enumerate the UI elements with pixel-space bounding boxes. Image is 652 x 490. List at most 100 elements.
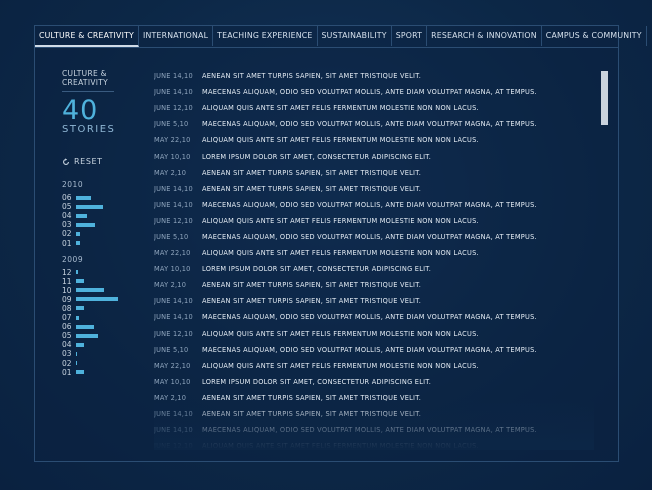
story-row[interactable]: MAY 10,10 LOREM IPSUM DOLOR SIT AMET, CON… [154,374,594,390]
month-filter-row[interactable]: 07 [62,313,142,322]
story-title[interactable]: MAECENAS ALIQUAM, ODIO SED VOLUTPAT MOLL… [202,346,537,354]
story-row[interactable]: MAY 10,10 LOREM IPSUM DOLOR SIT AMET, CON… [154,148,594,164]
story-row[interactable]: MAY 22,10 ALIQUAM QUIS ANTE SIT AMET FELI… [154,132,594,148]
story-title[interactable]: ALIQUAM QUIS ANTE SIT AMET FELIS FERMENT… [202,249,479,257]
story-title[interactable]: MAECENAS ALIQUAM, ODIO SED VOLUTPAT MOLL… [202,201,537,209]
month-bar[interactable] [76,231,81,236]
month-filter-row[interactable]: 08 [62,304,142,313]
story-date: JUNE 12,10 [154,442,193,448]
story-title[interactable]: MAECENAS ALIQUAM, ODIO SED VOLUTPAT MOLL… [202,426,537,434]
story-row[interactable]: JUNE 12,10 ALIQUAM QUIS ANTE SIT AMET FEL… [154,213,594,229]
tab-teaching-experience[interactable]: TEACHING EXPERIENCE [213,26,318,46]
story-row[interactable]: JUNE 12,10 ALIQUAM QUIS ANTE SIT AMET FEL… [154,326,594,342]
story-row[interactable]: MAY 22,10 ALIQUAM QUIS ANTE SIT AMET FELI… [154,358,594,374]
story-row[interactable]: MAY 10,10 LOREM IPSUM DOLOR SIT AMET, CON… [154,261,594,277]
story-title[interactable]: AENEAN SIT AMET TURPIS SAPIEN, SIT AMET … [202,281,421,289]
month-filter-row[interactable]: 10 [62,286,142,295]
month-filter-row[interactable]: 04 [62,340,142,349]
category-tabs: CULTURE & CREATIVITY INTERNATIONAL TEACHIN… [35,26,647,48]
month-bar[interactable] [76,315,80,320]
month-bar[interactable] [76,270,79,275]
story-row[interactable]: JUNE 5,10 MAECENAS ALIQUAM, ODIO SED VOLU… [154,116,594,132]
month-bar[interactable] [76,279,84,284]
story-title[interactable]: AENEAN SIT AMET TURPIS SAPIEN, SIT AMET … [202,185,421,193]
month-bar[interactable] [76,204,103,209]
month-bar[interactable] [76,333,98,338]
story-title[interactable]: AENEAN SIT AMET TURPIS SAPIEN, SIT AMET … [202,410,421,418]
story-title[interactable]: LOREM IPSUM DOLOR SIT AMET, CONSECTETUR … [202,153,431,161]
month-filter-row[interactable]: 03 [62,349,142,358]
story-title[interactable]: ALIQUAM QUIS ANTE SIT AMET FELIS FERMENT… [202,136,479,144]
story-date: MAY 22,10 [154,249,191,258]
story-row[interactable]: JUNE 14,10 MAECENAS ALIQUAM, ODIO SED VOL… [154,309,594,325]
month-filter-row[interactable]: 01 [62,368,142,377]
month-bar[interactable] [76,195,92,200]
story-row[interactable]: JUNE 14,10 AENEAN SIT AMET TURPIS SAPIEN,… [154,293,594,309]
story-row[interactable]: JUNE 14,10 MAECENAS ALIQUAM, ODIO SED VOL… [154,422,594,438]
month-bar[interactable] [76,213,87,218]
story-title[interactable]: AENEAN SIT AMET TURPIS SAPIEN, SIT AMET … [202,297,421,305]
story-title[interactable]: MAECENAS ALIQUAM, ODIO SED VOLUTPAT MOLL… [202,233,537,241]
story-row[interactable]: MAY 2,10 AENEAN SIT AMET TURPIS SAPIEN, S… [154,390,594,406]
month-bar[interactable] [76,241,81,246]
month-bar[interactable] [76,222,96,227]
story-row[interactable]: MAY 22,10 ALIQUAM QUIS ANTE SIT AMET FELI… [154,245,594,261]
month-bar[interactable] [76,306,84,311]
story-row[interactable]: MAY 2,10 AENEAN SIT AMET TURPIS SAPIEN, S… [154,277,594,293]
month-filter-row[interactable]: 06 [62,322,142,331]
story-title[interactable]: LOREM IPSUM DOLOR SIT AMET, CONSECTETUR … [202,265,431,273]
month-label: 04 [62,340,72,350]
story-title[interactable]: AENEAN SIT AMET TURPIS SAPIEN, SIT AMET … [202,72,421,80]
story-title[interactable]: AENEAN SIT AMET TURPIS SAPIEN, SIT AMET … [202,394,421,402]
month-filter-row[interactable]: 12 [62,268,142,277]
story-row[interactable]: JUNE 14,10 AENEAN SIT AMET TURPIS SAPIEN,… [154,406,594,422]
month-filter-row[interactable]: 06 [62,193,142,202]
story-title[interactable]: ALIQUAM QUIS ANTE SIT AMET FELIS FERMENT… [202,330,479,338]
story-row[interactable]: JUNE 12,10 ALIQUAM QUIS ANTE SIT AMET FEL… [154,100,594,116]
month-bar[interactable] [76,297,118,302]
tab-campus-community[interactable]: CAMPUS & COMMUNITY [542,26,647,46]
story-title[interactable]: ALIQUAM QUIS ANTE SIT AMET FELIS FERMENT… [202,104,479,112]
scrollbar-thumb[interactable] [601,71,608,125]
story-row[interactable]: JUNE 14,10 MAECENAS ALIQUAM, ODIO SED VOL… [154,197,594,213]
story-row[interactable]: JUNE 14,10 AENEAN SIT AMET TURPIS SAPIEN,… [154,181,594,197]
month-filter-row[interactable]: 11 [62,277,142,286]
story-title[interactable]: ALIQUAM QUIS ANTE SIT AMET FELIS FERMENT… [202,442,479,448]
month-bar[interactable] [76,324,94,329]
story-title[interactable]: ALIQUAM QUIS ANTE SIT AMET FELIS FERMENT… [202,362,479,370]
month-filter-row[interactable]: 04 [62,211,142,220]
month-bar[interactable] [76,361,77,366]
story-row[interactable]: JUNE 14,10 MAECENAS ALIQUAM, ODIO SED VOL… [154,84,594,100]
month-filter-row[interactable]: 09 [62,295,142,304]
story-row[interactable]: MAY 2,10 AENEAN SIT AMET TURPIS SAPIEN, S… [154,165,594,181]
story-title[interactable]: MAECENAS ALIQUAM, ODIO SED VOLUTPAT MOLL… [202,120,537,128]
story-title[interactable]: MAECENAS ALIQUAM, ODIO SED VOLUTPAT MOLL… [202,313,537,321]
tab-sport[interactable]: SPORT [392,26,428,46]
reset-button[interactable]: RESET [62,157,142,166]
story-row[interactable]: JUNE 5,10 MAECENAS ALIQUAM, ODIO SED VOLU… [154,229,594,245]
tab-research-innovation[interactable]: RESEARCH & INNOVATION [427,26,542,46]
month-filter-row[interactable]: 02 [62,359,142,368]
story-date: JUNE 14,10 [154,410,193,419]
month-bar[interactable] [76,351,77,356]
tab-sustainability[interactable]: SUSTAINABILITY [318,26,392,46]
tab-international[interactable]: INTERNATIONAL [139,26,214,46]
scrollbar[interactable] [601,71,608,451]
story-title[interactable]: LOREM IPSUM DOLOR SIT AMET, CONSECTETUR … [202,378,431,386]
story-row[interactable]: JUNE 12,10 ALIQUAM QUIS ANTE SIT AMET FEL… [154,438,594,448]
month-filter-row[interactable]: 01 [62,238,142,248]
month-label: 06 [62,322,72,332]
month-bar[interactable] [76,370,84,375]
tab-culture-creativity[interactable]: CULTURE & CREATIVITY [35,26,140,47]
story-title[interactable]: AENEAN SIT AMET TURPIS SAPIEN, SIT AMET … [202,169,421,177]
month-filter-row[interactable]: 02 [62,229,142,238]
month-bar[interactable] [76,288,104,293]
story-row[interactable]: JUNE 5,10 MAECENAS ALIQUAM, ODIO SED VOLU… [154,342,594,358]
story-title[interactable]: MAECENAS ALIQUAM, ODIO SED VOLUTPAT MOLL… [202,88,537,96]
month-filter-row[interactable]: 05 [62,331,142,340]
story-title[interactable]: ALIQUAM QUIS ANTE SIT AMET FELIS FERMENT… [202,217,479,225]
month-filter-row[interactable]: 05 [62,202,142,211]
month-filter-row[interactable]: 03 [62,220,142,229]
story-row[interactable]: JUNE 14,10 AENEAN SIT AMET TURPIS SAPIEN,… [154,68,594,84]
month-bar[interactable] [76,342,85,347]
